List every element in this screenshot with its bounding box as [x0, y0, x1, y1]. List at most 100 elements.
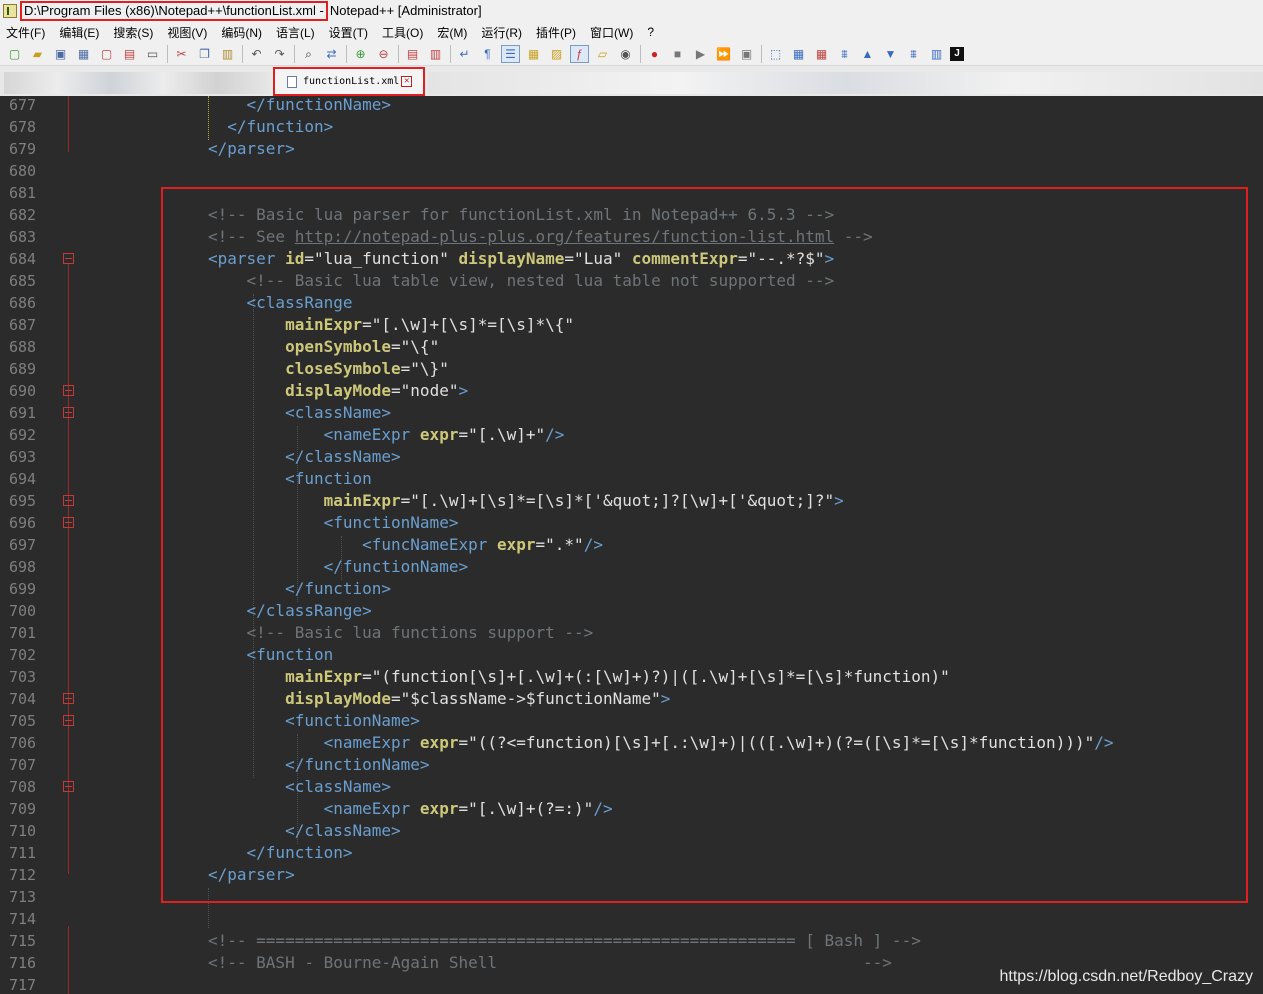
code-line[interactable]: 704 displayMode="$className->$functionNa… — [0, 688, 1263, 710]
code-line[interactable]: 695 mainExpr="[.\w]+[\s]*=[\s]*['&quot;]… — [0, 490, 1263, 512]
arrow-down-icon[interactable]: ▼ — [881, 45, 900, 63]
code-line[interactable]: 713 — [0, 886, 1263, 908]
menu-item-1[interactable]: 编辑(E) — [59, 24, 99, 41]
code-line[interactable]: 698 </functionName> — [0, 556, 1263, 578]
menu-item-0[interactable]: 文件(F) — [6, 24, 45, 41]
plugin-b-icon[interactable]: ▦ — [789, 45, 808, 63]
indent-guide-icon[interactable]: ☰ — [501, 44, 520, 63]
play-macro-icon[interactable]: ▶ — [691, 45, 710, 63]
arrow-up-icon[interactable]: ▲ — [858, 45, 877, 63]
code-line[interactable]: 691 <className> — [0, 402, 1263, 424]
code-line[interactable]: 682 <!-- Basic lua parser for functionLis… — [0, 204, 1263, 226]
code-line[interactable]: 690 displayMode="node"> — [0, 380, 1263, 402]
code-line[interactable]: 702 <function — [0, 644, 1263, 666]
plugin-c-icon[interactable]: ▦ — [812, 45, 831, 63]
fold-toggle-icon[interactable] — [63, 407, 74, 418]
menu-item-7[interactable]: 工具(O) — [382, 24, 423, 41]
code-line[interactable]: 716 <!-- BASH - Bourne-Again Shell --> — [0, 952, 1263, 974]
code-line[interactable]: 709 <nameExpr expr="[.\w]+(?=:)"/> — [0, 798, 1263, 820]
redo-icon[interactable]: ↷ — [270, 45, 289, 63]
save-icon[interactable]: ▣ — [51, 45, 70, 63]
code-line[interactable]: 705 <functionName> — [0, 710, 1263, 732]
code-line[interactable]: 686 <classRange — [0, 292, 1263, 314]
document-map-icon[interactable]: ▨ — [547, 45, 566, 63]
close-all-icon[interactable]: ▤ — [120, 45, 139, 63]
language-icon[interactable]: ▦ — [524, 45, 543, 63]
code-line[interactable]: 678 </function> — [0, 116, 1263, 138]
menu-item-2[interactable]: 搜索(S) — [113, 24, 153, 41]
undo-icon[interactable]: ↶ — [247, 45, 266, 63]
code-line[interactable]: 699 </function> — [0, 578, 1263, 600]
code-line[interactable]: 688 openSymbole="\{" — [0, 336, 1263, 358]
print-icon[interactable]: ▭ — [143, 45, 162, 63]
code-line[interactable]: 687 mainExpr="[.\w]+[\s]*=[\s]*\{" — [0, 314, 1263, 336]
close-file-icon[interactable]: ▢ — [97, 45, 116, 63]
code-line[interactable]: 701 <!-- Basic lua functions support --> — [0, 622, 1263, 644]
code-line[interactable]: 707 </functionName> — [0, 754, 1263, 776]
fold-toggle-icon[interactable] — [63, 495, 74, 506]
code-line[interactable]: 684 <parser id="lua_function" displayName… — [0, 248, 1263, 270]
find-icon[interactable]: ⌕ — [299, 45, 318, 63]
plugin-d-icon[interactable]: ⩩ — [835, 45, 854, 63]
run-macro-multiple-icon[interactable]: ⏩ — [714, 45, 733, 63]
fold-toggle-icon[interactable] — [63, 693, 74, 704]
zoom-in-icon[interactable]: ⊕ — [351, 45, 370, 63]
plugin-f-icon[interactable]: ▥ — [927, 45, 946, 63]
menu-item-4[interactable]: 编码(N) — [221, 24, 262, 41]
open-file-icon[interactable]: ▰ — [28, 45, 47, 63]
code-line[interactable]: 696 <functionName> — [0, 512, 1263, 534]
code-line[interactable]: 700 </classRange> — [0, 600, 1263, 622]
code-line[interactable]: 697 <funcNameExpr expr=".*"/> — [0, 534, 1263, 556]
menu-item-12[interactable]: ? — [647, 25, 654, 39]
save-all-icon[interactable]: ▦ — [74, 45, 93, 63]
plugin-a-icon[interactable]: ⬚ — [766, 45, 785, 63]
plugin-j-icon[interactable]: J — [950, 46, 964, 61]
replace-icon[interactable]: ⇄ — [322, 45, 341, 63]
menu-item-6[interactable]: 设置(T) — [329, 24, 368, 41]
stop-macro-icon[interactable]: ■ — [668, 45, 687, 63]
code-line[interactable]: 715 <!-- ================================… — [0, 930, 1263, 952]
menu-item-8[interactable]: 宏(M) — [437, 24, 467, 41]
copy-icon[interactable]: ❐ — [195, 45, 214, 63]
fold-toggle-icon[interactable] — [63, 715, 74, 726]
close-tab-icon[interactable]: ✕ — [401, 76, 413, 87]
record-macro-icon[interactable]: ● — [645, 45, 664, 63]
code-line[interactable]: 677 </functionName> — [0, 96, 1263, 116]
fold-toggle-icon[interactable] — [63, 253, 74, 264]
menu-item-3[interactable]: 视图(V) — [167, 24, 207, 41]
code-line[interactable]: 694 <function — [0, 468, 1263, 490]
menu-item-5[interactable]: 语言(L) — [276, 24, 315, 41]
sync-vertical-icon[interactable]: ▤ — [403, 45, 422, 63]
show-all-chars-icon[interactable]: ¶ — [478, 45, 497, 63]
fold-toggle-icon[interactable] — [63, 781, 74, 792]
plugin-e-icon[interactable]: ⩩ — [904, 45, 923, 63]
code-line[interactable]: 711 </function> — [0, 842, 1263, 864]
code-editor[interactable]: https://blog.csdn.net/Redboy_Crazy 677 <… — [0, 96, 1263, 994]
paste-icon[interactable]: ▥ — [218, 45, 237, 63]
zoom-out-icon[interactable]: ⊖ — [374, 45, 393, 63]
fold-toggle-icon[interactable] — [63, 385, 74, 396]
save-macro-icon[interactable]: ▣ — [737, 45, 756, 63]
code-line[interactable]: 683 <!-- See http://notepad-plus-plus.org… — [0, 226, 1263, 248]
folder-workspace-icon[interactable]: ▱ — [593, 45, 612, 63]
new-file-icon[interactable]: ▢ — [5, 45, 24, 63]
cut-icon[interactable]: ✂ — [172, 45, 191, 63]
monitoring-icon[interactable]: ◉ — [616, 45, 635, 63]
code-line[interactable]: 692 <nameExpr expr="[.\w]+"/> — [0, 424, 1263, 446]
function-list-icon[interactable]: ƒ — [570, 44, 589, 63]
code-line[interactable]: 681 — [0, 182, 1263, 204]
code-line[interactable]: 689 closeSymbole="\}" — [0, 358, 1263, 380]
code-line[interactable]: 679 </parser> — [0, 138, 1263, 160]
code-line[interactable]: 693 </className> — [0, 446, 1263, 468]
word-wrap-icon[interactable]: ↵ — [455, 45, 474, 63]
code-line[interactable]: 712 </parser> — [0, 864, 1263, 886]
tab-functionlist-xml[interactable]: functionList.xml ✕ — [273, 67, 425, 96]
code-line[interactable]: 708 <className> — [0, 776, 1263, 798]
code-line[interactable]: 703 mainExpr="(function[\s]+[.\w]+(:[\w]… — [0, 666, 1263, 688]
code-line[interactable]: 714 — [0, 908, 1263, 930]
code-line[interactable]: 706 <nameExpr expr="((?<=function)[\s]+[… — [0, 732, 1263, 754]
code-line[interactable]: 710 </className> — [0, 820, 1263, 842]
code-line[interactable]: 685 <!-- Basic lua table view, nested lu… — [0, 270, 1263, 292]
sync-horizontal-icon[interactable]: ▥ — [426, 45, 445, 63]
menu-item-10[interactable]: 插件(P) — [536, 24, 576, 41]
